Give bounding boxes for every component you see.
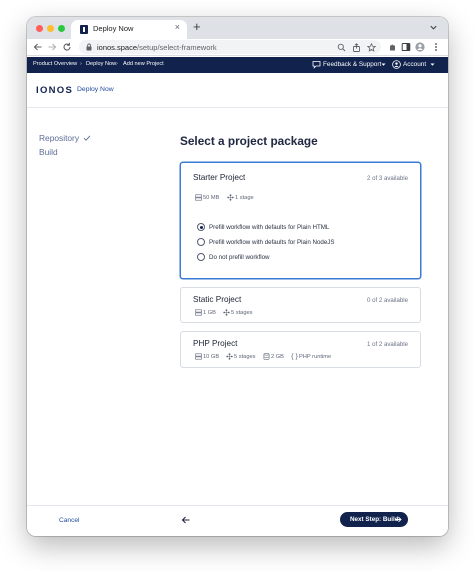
package-card-static[interactable]: Static Project 0 of 2 available 1 GB 5 s… <box>180 287 421 323</box>
database-icon <box>263 353 270 360</box>
tab-close-icon[interactable]: × <box>175 23 180 32</box>
profile-avatar-icon[interactable] <box>415 42 425 52</box>
chevron-down-icon[interactable] <box>428 60 437 69</box>
spec-storage: 1 GB <box>203 309 216 316</box>
extensions-icon[interactable] <box>387 42 397 52</box>
product-name[interactable]: Deploy Now <box>77 86 114 93</box>
option-no-prefill[interactable]: Do not prefill workflow <box>197 253 347 262</box>
storage-icon <box>195 309 202 316</box>
back-arrow-icon[interactable] <box>33 42 43 52</box>
browser-window: Deploy Now × + ionos.space/setup/select-… <box>27 17 448 536</box>
radio-button-checked[interactable] <box>197 223 205 231</box>
zoom-icon[interactable] <box>337 43 346 52</box>
step-repository[interactable]: Repository <box>39 133 79 143</box>
spec-stages: 5 stages <box>234 353 256 360</box>
bookmark-star-icon[interactable] <box>367 43 376 52</box>
breadcrumb-deploy-now[interactable]: Deploy Now <box>86 61 116 67</box>
browser-tab[interactable]: Deploy Now × <box>71 20 187 39</box>
chevron-down-icon[interactable] <box>379 60 388 69</box>
package-card-php[interactable]: PHP Project 1 of 2 available 10 GB 5 sta… <box>180 331 421 368</box>
reload-icon[interactable] <box>62 42 72 52</box>
option-prefill-html[interactable]: Prefill workflow with defaults for Plain… <box>197 223 347 232</box>
url-host: ionos.space <box>97 42 138 52</box>
breadcrumb-product-overview[interactable]: Product Overview <box>33 61 77 67</box>
tab-title: Deploy Now <box>93 24 134 33</box>
ionos-logo[interactable]: IONOS <box>36 85 73 96</box>
new-tab-button[interactable]: + <box>193 20 201 33</box>
next-step-label: Next Step: Build <box>350 516 399 523</box>
next-step-build-button[interactable]: Next Step: Build <box>340 512 408 527</box>
stages-icon <box>227 194 234 201</box>
storage-icon <box>195 194 202 201</box>
option-label: Do not prefill workflow <box>209 253 270 261</box>
breadcrumb-separator: › <box>116 60 118 67</box>
spec-runtime: PHP runtime <box>299 353 332 360</box>
package-availability: 2 of 3 available <box>367 175 408 182</box>
maximize-window-button[interactable] <box>58 25 65 32</box>
package-availability: 0 of 2 available <box>367 297 408 304</box>
ionos-favicon-icon <box>80 25 88 34</box>
package-name: Starter Project <box>193 173 246 182</box>
package-name: PHP Project <box>193 339 238 348</box>
back-arrow-icon[interactable] <box>181 515 191 525</box>
account-menu[interactable]: Account <box>403 61 426 68</box>
url-path: /setup/select-framework <box>137 42 217 52</box>
breadcrumb-add-new-project: Add new Project <box>123 61 164 67</box>
stages-icon <box>223 309 230 316</box>
brand-header: IONOS Deploy Now <box>27 73 448 108</box>
app-navigation-bar: Product Overview › Deploy Now › Add new … <box>27 57 448 73</box>
account-user-icon <box>392 60 401 69</box>
feedback-support-menu[interactable]: Feedback & Support <box>323 61 381 68</box>
spec-stages: 1 stage <box>235 194 254 201</box>
spec-database: 2 GB <box>271 353 284 360</box>
radio-button[interactable] <box>197 238 205 246</box>
option-prefill-nodejs[interactable]: Prefill workflow with defaults for Plain… <box>197 238 347 247</box>
breadcrumb-separator: › <box>80 60 82 67</box>
more-vertical-icon[interactable] <box>431 42 441 52</box>
minimize-window-button[interactable] <box>47 25 54 32</box>
radio-button[interactable] <box>197 253 205 261</box>
share-icon[interactable] <box>352 43 361 52</box>
page-title: Select a project package <box>180 134 318 148</box>
package-card-starter[interactable]: Starter Project 2 of 3 available 50 MB 1… <box>180 162 421 279</box>
checkmark-icon <box>83 135 91 141</box>
spec-storage: 10 GB <box>203 353 220 360</box>
side-panel-icon[interactable] <box>401 42 411 52</box>
code-braces-icon <box>291 353 298 360</box>
forward-arrow-icon[interactable] <box>47 42 57 52</box>
wizard-footer: Cancel Next Step: Build <box>27 505 448 536</box>
package-name: Static Project <box>193 295 242 304</box>
tab-strip: Deploy Now × + <box>27 17 448 39</box>
address-bar[interactable]: ionos.space/setup/select-framework <box>79 40 381 54</box>
arrow-right-icon <box>395 516 402 523</box>
storage-icon <box>195 353 202 360</box>
browser-toolbar: ionos.space/setup/select-framework <box>27 39 448 56</box>
close-window-button[interactable] <box>36 25 43 32</box>
step-build[interactable]: Build <box>39 147 58 157</box>
stages-icon <box>226 353 233 360</box>
option-label: Prefill workflow with defaults for Plain… <box>209 223 330 231</box>
spec-stages: 5 stages <box>231 309 253 316</box>
url-text: ionos.space/setup/select-framework <box>97 43 217 52</box>
feedback-chat-icon <box>312 61 321 69</box>
option-label: Prefill workflow with defaults for Plain… <box>209 238 335 246</box>
lock-icon[interactable] <box>85 43 93 51</box>
spec-storage: 50 MB <box>203 194 220 201</box>
tab-search-chevron-icon[interactable] <box>429 23 438 32</box>
cancel-button[interactable]: Cancel <box>59 517 80 524</box>
package-availability: 1 of 2 available <box>367 341 408 348</box>
